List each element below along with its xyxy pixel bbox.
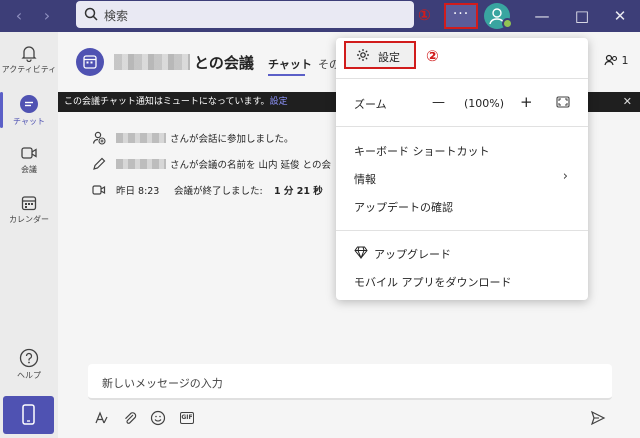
emoji-icon[interactable]: [150, 410, 166, 426]
notice-settings-link[interactable]: 設定: [270, 97, 288, 107]
step-marker-2: ②: [426, 47, 439, 65]
attach-icon[interactable]: [122, 410, 138, 426]
active-indicator: [0, 92, 3, 128]
menu-item-download-mobile[interactable]: モバイル アプリをダウンロード: [336, 269, 588, 293]
zoom-out-button[interactable]: —: [432, 95, 445, 110]
close-icon[interactable]: ✕: [608, 4, 632, 28]
help-icon: [19, 348, 39, 368]
fullscreen-icon[interactable]: [556, 96, 570, 108]
zoom-level: (100%): [464, 97, 505, 110]
menu-item-about[interactable]: 情報 ›: [336, 166, 588, 190]
send-icon[interactable]: [590, 410, 606, 426]
more-options-menu: 設定 ② ズーム — (100%) + キーボード ショートカット 情報 › ア…: [336, 38, 588, 300]
menu-item-label: モバイル アプリをダウンロード: [354, 276, 512, 289]
forward-arrow-icon[interactable]: ›: [36, 6, 58, 26]
diamond-icon: [354, 246, 368, 259]
phone-icon: [22, 404, 35, 425]
notice-text: この会議チャット通知はミュートになっています。: [64, 97, 270, 107]
format-icon[interactable]: [94, 410, 110, 426]
meeting-chat-icon: [76, 48, 104, 76]
event-renamed: さんが会議の名前を 山内 延俊 との会: [92, 156, 342, 172]
chat-title: との会議: [194, 54, 254, 72]
step-marker-1: ①: [418, 6, 431, 24]
back-arrow-icon[interactable]: ‹: [8, 6, 30, 26]
redacted-name: [114, 54, 190, 70]
participants-button[interactable]: 1: [604, 54, 629, 67]
status-available-icon: [502, 18, 513, 29]
person-add-icon: [92, 131, 106, 145]
menu-item-check-updates[interactable]: アップデートの確認: [336, 194, 588, 218]
rail-label: 会議: [21, 165, 37, 174]
menu-item-upgrade[interactable]: アップグレード: [336, 241, 588, 265]
rail-item-calendar[interactable]: カレンダー: [0, 188, 58, 234]
rail-label: ヘルプ: [17, 371, 41, 380]
participants-count: 1: [621, 54, 629, 67]
redacted-name: [116, 159, 166, 169]
mobile-device-button[interactable]: [3, 396, 54, 434]
event-text: 会議が終了しました:: [174, 186, 263, 197]
people-icon: [604, 54, 618, 66]
video-camera-icon: [92, 185, 106, 195]
menu-divider: [336, 126, 588, 127]
calendar-icon: [83, 55, 97, 69]
chat-icon: [20, 95, 38, 113]
pencil-icon: [93, 157, 106, 170]
rail-label: アクティビティ: [1, 65, 57, 74]
close-icon[interactable]: ✕: [623, 92, 632, 112]
minimize-icon[interactable]: —: [530, 4, 554, 28]
menu-divider: [336, 78, 588, 79]
zoom-in-button[interactable]: +: [520, 93, 533, 111]
chevron-right-icon: ›: [562, 169, 568, 184]
redacted-name: [116, 133, 166, 143]
bell-icon: [21, 46, 37, 62]
menu-item-label: アップデートの確認: [354, 201, 453, 214]
menu-item-keyboard-shortcuts[interactable]: キーボード ショートカット: [336, 138, 588, 162]
rail-label: チャット: [13, 117, 45, 126]
search-input[interactable]: 検索: [76, 1, 414, 28]
event-text: さんが会話に参加しました。: [170, 134, 294, 145]
event-text: さんが会議の名前を 山内 延俊 との会: [170, 160, 331, 171]
search-icon: [84, 7, 98, 21]
menu-item-zoom: ズーム — (100%) +: [336, 91, 588, 115]
tab-chat[interactable]: チャット: [268, 56, 312, 72]
app-rail: アクティビティ チャット 会議 カレンダー ヘルプ: [0, 32, 58, 438]
maximize-icon[interactable]: □: [570, 4, 594, 28]
menu-item-label: キーボード ショートカット: [354, 145, 490, 158]
search-placeholder: 検索: [104, 9, 129, 23]
gear-icon: [357, 49, 369, 61]
menu-divider: [336, 230, 588, 231]
menu-item-label: 情報: [354, 173, 376, 186]
title-bar: ‹ › 検索 ① ··· — □ ✕: [0, 0, 640, 32]
menu-item-label: ズーム: [354, 98, 387, 111]
menu-item-settings[interactable]: 設定: [344, 41, 416, 69]
rail-item-meetings[interactable]: 会議: [0, 138, 58, 184]
composer-placeholder: 新しいメッセージの入力: [102, 377, 223, 390]
more-options-button[interactable]: ···: [444, 3, 478, 29]
menu-item-label: 設定: [378, 51, 400, 64]
rail-item-chat[interactable]: チャット: [0, 88, 58, 134]
event-time: 昨日 8:23: [116, 186, 160, 197]
gif-icon[interactable]: GIF: [180, 412, 194, 424]
active-tab-underline: [268, 74, 305, 76]
rail-label: カレンダー: [9, 215, 49, 224]
rail-item-activity[interactable]: アクティビティ: [0, 38, 58, 84]
rail-item-help[interactable]: ヘルプ: [0, 342, 58, 388]
event-duration: 1 分 21 秒: [274, 186, 323, 197]
menu-item-label: アップグレード: [374, 248, 451, 261]
message-composer[interactable]: 新しいメッセージの入力: [88, 364, 612, 400]
calendar-icon: [21, 196, 37, 211]
video-camera-icon: [21, 147, 37, 159]
